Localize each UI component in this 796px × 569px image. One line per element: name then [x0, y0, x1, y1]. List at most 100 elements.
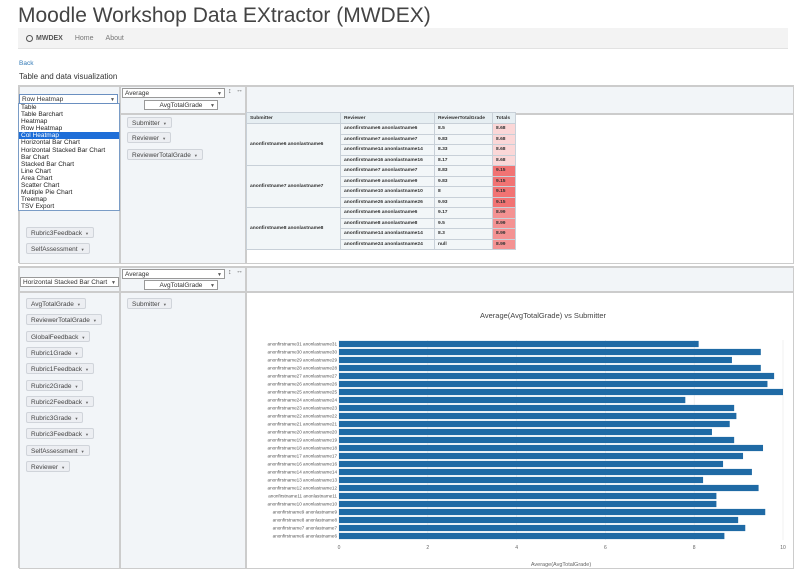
aggregator-field-select[interactable]: AvgTotalGrade ▼	[144, 280, 218, 290]
bar	[339, 492, 717, 500]
nav-home-link[interactable]: Home	[75, 35, 94, 42]
grade-cell: 8.33	[434, 144, 493, 156]
unused-field-pill[interactable]: Rubric2Grade ▼	[26, 379, 84, 391]
renderer-option[interactable]: TSV Export	[19, 203, 119, 210]
bar	[339, 388, 783, 396]
aggregator-select[interactable]: Average ▼	[122, 269, 225, 279]
bar	[339, 484, 759, 492]
submitter-cell: anonfirstname7 anonlastname7	[246, 165, 341, 208]
total-cell: 9.15	[492, 175, 516, 187]
y-tick-label: anonfirstname21 anonlastname21	[268, 422, 338, 427]
filter-triangle-icon[interactable]: ▼	[163, 302, 167, 307]
unused-field-pill[interactable]: Rubric3Feedback ▼	[26, 428, 94, 440]
renderer-option[interactable]: Area Chart	[19, 175, 119, 182]
table-header[interactable]: ReviewerTotalGrade	[434, 112, 493, 124]
unused-field-pill[interactable]: Rubric1Feedback ▼	[26, 363, 94, 375]
unused-field-pill[interactable]: GlobalFeedback ▼	[26, 330, 91, 342]
bar	[339, 436, 735, 444]
renderer-select[interactable]: Horizontal Stacked Bar Chart ▼	[20, 277, 119, 287]
bar	[339, 460, 724, 468]
filter-triangle-icon[interactable]: ▼	[74, 416, 78, 421]
grade-cell: 8.3	[434, 228, 493, 240]
table-header[interactable]: Reviewer	[340, 112, 435, 124]
renderer-option[interactable]: Stacked Bar Chart	[19, 161, 119, 168]
filter-triangle-icon[interactable]: ▼	[162, 136, 166, 141]
grade-cell: 9.83	[434, 175, 493, 187]
filter-triangle-icon[interactable]: ▼	[85, 432, 89, 437]
filter-triangle-icon[interactable]: ▼	[74, 351, 78, 356]
sort-more-icon[interactable]: ↔	[236, 87, 243, 94]
filter-triangle-icon[interactable]: ▼	[194, 153, 198, 158]
y-tick-label: anonfirstname16 anonlastname16	[268, 462, 338, 467]
renderer-option[interactable]: Table	[19, 104, 119, 111]
total-cell: 8.68	[492, 123, 516, 135]
unused-field-pill[interactable]: Rubric1Grade ▼	[26, 346, 84, 358]
reviewer-cell: anonfirstname8 anonlastname8	[340, 217, 435, 229]
grade-cell: null	[434, 238, 493, 250]
filter-triangle-icon[interactable]: ▼	[61, 465, 65, 470]
row-field-pill[interactable]: ReviewerTotalGrade ▼	[127, 149, 203, 160]
renderer-option[interactable]: Row Heatmap	[19, 125, 119, 132]
filter-triangle-icon[interactable]: ▼	[85, 400, 89, 405]
unused-field-pill[interactable]: Rubric3Grade ▼	[26, 412, 84, 424]
brand-link[interactable]: MWDEX	[26, 34, 63, 42]
x-axis-label: Average(AvgTotalGrade)	[531, 562, 591, 568]
reviewer-cell: anonfirstname6 anonlastname6	[340, 123, 435, 135]
y-tick-label: anonfirstname30 anonlastname30	[268, 350, 338, 355]
bar	[339, 468, 752, 476]
back-link[interactable]: Back	[19, 60, 33, 67]
filter-triangle-icon[interactable]: ▼	[163, 121, 167, 126]
unused-field-pill[interactable]: SelfAssessment ▼	[26, 243, 90, 254]
chart-title: Average(AvgTotalGrade) vs Submitter	[480, 311, 607, 320]
renderer-option[interactable]: Horizontal Bar Chart	[19, 139, 119, 146]
unused-field-pill[interactable]: SelfAssessment ▼	[26, 444, 90, 456]
row-field-pill[interactable]: Submitter ▼	[127, 298, 172, 309]
filter-triangle-icon[interactable]: ▼	[81, 335, 85, 340]
y-tick-label: anonfirstname28 anonlastname28	[268, 366, 338, 371]
bar	[339, 476, 704, 484]
row-field-pill[interactable]: Reviewer ▼	[127, 132, 172, 143]
unused-field-pill[interactable]: Reviewer ▼	[26, 461, 71, 472]
unused-field-pill[interactable]: AvgTotalGrade ▼	[26, 298, 86, 309]
filter-triangle-icon[interactable]: ▼	[85, 231, 89, 236]
unused-field-pill[interactable]: Rubric2Feedback ▼	[26, 395, 94, 407]
bar	[339, 516, 739, 524]
y-tick-label: anonfirstname22 anonlastname22	[268, 414, 338, 419]
renderer-option[interactable]: Heatmap	[19, 118, 119, 125]
reviewer-cell: anonfirstname14 anonlastname14	[340, 228, 435, 240]
x-tick-label: 8	[693, 545, 696, 551]
filter-triangle-icon[interactable]: ▼	[93, 318, 97, 323]
filter-triangle-icon[interactable]: ▼	[81, 247, 85, 252]
renderer-option[interactable]: Scatter Chart	[19, 182, 119, 189]
unused-field-pill[interactable]: Rubric3Feedback ▼	[26, 227, 94, 238]
reviewer-cell: anonfirstname9 anonlastname9	[340, 175, 435, 187]
renderer-option[interactable]: Line Chart	[19, 168, 119, 175]
renderer-option[interactable]: Horizontal Stacked Bar Chart	[19, 147, 119, 154]
renderer-option[interactable]: Table Barchart	[19, 111, 119, 118]
aggregator-select[interactable]: Average ▼	[122, 88, 225, 98]
grade-cell: 9.5	[434, 217, 493, 229]
nav-about-link[interactable]: About	[106, 35, 124, 42]
renderer-select[interactable]: Row Heatmap ▼	[19, 94, 118, 104]
renderer-option[interactable]: Multiple Pie Chart	[19, 189, 119, 196]
filter-triangle-icon[interactable]: ▼	[81, 449, 85, 454]
app-title: Moodle Workshop Data EXtractor (MWDEX)	[18, 4, 431, 27]
sort-order-icon[interactable]: ↕	[228, 269, 232, 276]
renderer-option[interactable]: Bar Chart	[19, 154, 119, 161]
table-header[interactable]: Submitter	[246, 112, 341, 124]
aggregator-field-select[interactable]: AvgTotalGrade ▼	[144, 100, 218, 110]
reviewer-cell: anonfirstname14 anonlastname14	[340, 144, 435, 156]
filter-triangle-icon[interactable]: ▼	[77, 302, 81, 307]
renderer-option[interactable]: Treemap	[19, 196, 119, 203]
sort-order-icon[interactable]: ↕	[228, 88, 232, 95]
renderer-dropdown-list[interactable]: Table Table Barchart Heatmap Row Heatmap Col…	[18, 103, 120, 212]
sort-more-icon[interactable]: ↔	[236, 268, 243, 275]
unused-field-pill[interactable]: ReviewerTotalGrade ▼	[26, 314, 102, 326]
filter-triangle-icon[interactable]: ▼	[85, 367, 89, 372]
filter-triangle-icon[interactable]: ▼	[74, 384, 78, 389]
renderer-option[interactable]: Col Heatmap	[19, 132, 119, 140]
row-field-pill[interactable]: Submitter ▼	[127, 117, 172, 128]
table-header[interactable]: Totals	[492, 112, 516, 124]
bar	[339, 380, 768, 388]
total-cell: 8.99	[492, 217, 516, 229]
